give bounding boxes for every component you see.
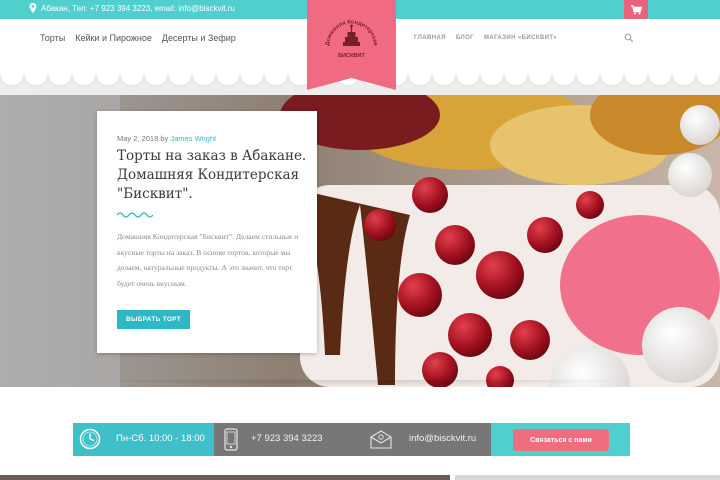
nav-item-torty[interactable]: Торты: [40, 33, 65, 43]
post-card: May 2, 2018 by James Wright Торты на зак…: [97, 111, 317, 353]
contact-text: Абакан, Тел: +7 923 394 3223, email: inf…: [41, 3, 235, 13]
phone-number[interactable]: +7 923 394 3223: [251, 433, 323, 444]
next-section-preview: [0, 475, 720, 480]
info-bar: Пн-Сб. 10:00 - 18:00 +7 923 394 3223 inf…: [73, 423, 630, 456]
clock-icon: [79, 428, 101, 450]
wave-divider: [117, 212, 153, 218]
nav-item-blog[interactable]: БЛОГ: [456, 35, 474, 41]
post-title[interactable]: Торты на заказ в Абакане. Домашняя Конди…: [117, 147, 313, 204]
cart-button[interactable]: [624, 0, 648, 19]
contact-info: Абакан, Тел: +7 923 394 3223, email: inf…: [29, 3, 235, 13]
contacts-segment: +7 923 394 3223 info@bisckvit.ru: [214, 423, 491, 456]
email-address[interactable]: info@bisckvit.ru: [409, 433, 476, 444]
post-author-link[interactable]: James Wright: [170, 134, 216, 143]
nav-item-home[interactable]: ГЛАВНАЯ: [414, 35, 446, 41]
site-logo[interactable]: Домашняя Кондитерская БИСКВИТ: [307, 0, 396, 90]
choose-cake-button[interactable]: ВЫБРАТЬ ТОРТ: [117, 310, 190, 329]
phone-icon: [224, 428, 238, 451]
post-excerpt: Домашняя Кондитерская "Бисквит". Делаем …: [117, 232, 299, 288]
post-date: May 2, 2018: [117, 134, 159, 143]
cart-icon: [630, 4, 642, 14]
category-nav: Торты Кейки и Пирожное Десерты и Зефир: [40, 33, 236, 43]
hero-shadow: [0, 380, 720, 408]
nav-item-shop[interactable]: МАГАЗИН «БИСКВИТ»: [484, 35, 557, 41]
mail-icon: [370, 430, 392, 449]
nav-item-deserty[interactable]: Десерты и Зефир: [162, 33, 236, 43]
logo-name: БИСКВИТ: [338, 53, 366, 59]
contact-us-button[interactable]: Связаться с нами: [513, 429, 609, 451]
search-icon[interactable]: [624, 33, 634, 43]
nav-item-keyki[interactable]: Кейки и Пирожное: [75, 33, 152, 43]
main-nav: ГЛАВНАЯ БЛОГ МАГАЗИН «БИСКВИТ»: [414, 35, 557, 41]
post-by: by: [160, 134, 169, 143]
hours-segment: Пн-Сб. 10:00 - 18:00: [73, 423, 214, 456]
post-meta: May 2, 2018 by James Wright: [117, 134, 216, 143]
cta-segment: Связаться с нами: [491, 423, 630, 456]
hours-text: Пн-Сб. 10:00 - 18:00: [116, 433, 205, 444]
location-pin-icon: [29, 3, 37, 13]
